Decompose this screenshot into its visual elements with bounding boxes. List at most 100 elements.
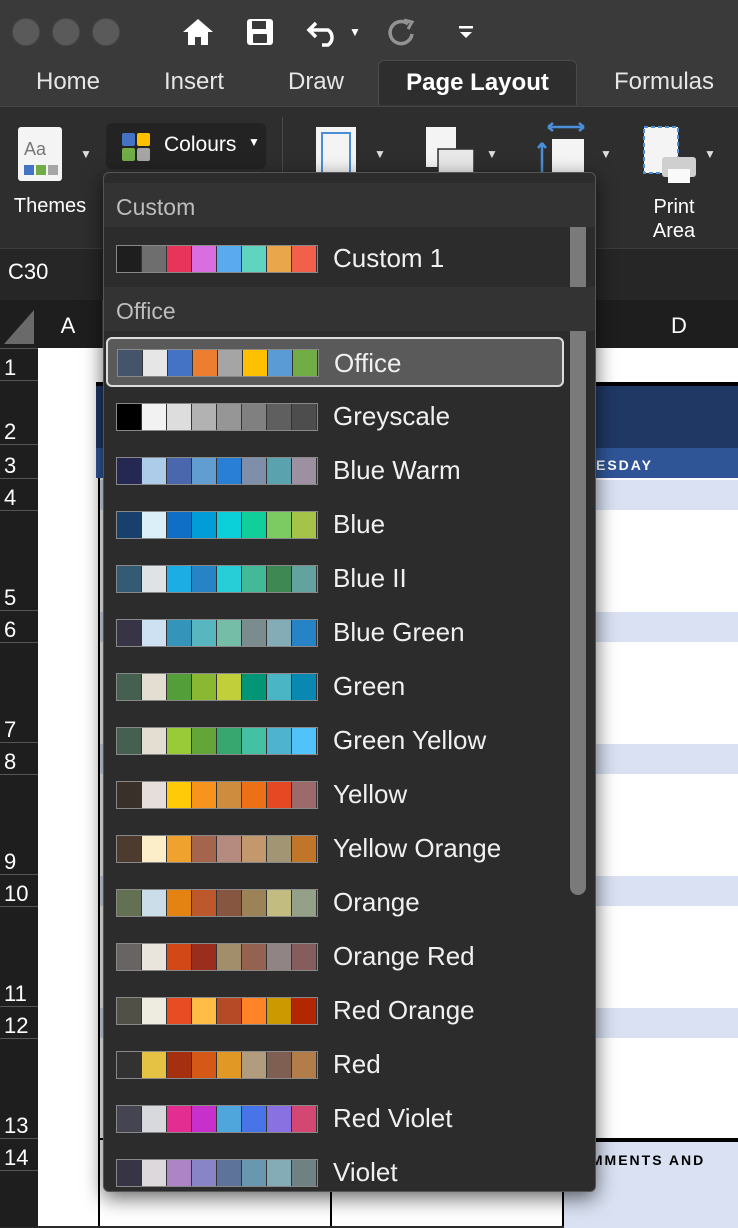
- colour-swatch: [117, 836, 142, 862]
- row-header-1[interactable]: 1: [0, 348, 38, 381]
- print-area-label[interactable]: Print Area: [636, 195, 712, 243]
- row-header-9[interactable]: 9: [0, 774, 38, 875]
- themes-label[interactable]: Themes: [6, 195, 94, 218]
- print-area-dropdown-chevron-icon[interactable]: ▼: [704, 147, 716, 161]
- colours-button[interactable]: Colours ▼: [106, 123, 266, 169]
- colour-scheme-label: Blue: [333, 509, 386, 539]
- colour-swatch-strip: [116, 403, 318, 431]
- colour-scheme-orange[interactable]: Orange: [104, 877, 564, 927]
- row-header-15[interactable]: [0, 1170, 38, 1227]
- colour-scheme-label: Red Orange: [333, 995, 475, 1025]
- customize-toolbar-icon[interactable]: [454, 14, 478, 50]
- colour-swatch: [242, 404, 267, 430]
- colour-swatch: [192, 566, 217, 592]
- print-area-icon[interactable]: [640, 125, 700, 187]
- colour-scheme-blue-green[interactable]: Blue Green: [104, 607, 564, 657]
- column-header-a[interactable]: A: [38, 300, 99, 348]
- colour-swatch: [192, 998, 217, 1024]
- select-all-corner[interactable]: [0, 300, 39, 348]
- save-icon[interactable]: [242, 14, 278, 50]
- comments-header: OMMENTS AND: [578, 1152, 706, 1168]
- row-header-12[interactable]: 12: [0, 1006, 38, 1039]
- colour-swatch: [142, 1052, 167, 1078]
- row-header-6[interactable]: 6: [0, 610, 38, 643]
- undo-dropdown-chevron-icon[interactable]: ▼: [348, 14, 362, 50]
- colour-scheme-red[interactable]: Red: [104, 1039, 564, 1089]
- colour-swatch: [142, 890, 167, 916]
- row-header-3[interactable]: 3: [0, 444, 38, 479]
- colour-swatch: [167, 246, 192, 272]
- colour-swatch: [242, 890, 267, 916]
- zoom-window-button[interactable]: [92, 18, 120, 46]
- colour-scheme-orange-red[interactable]: Orange Red: [104, 931, 564, 981]
- tab-insert[interactable]: Insert: [146, 60, 242, 104]
- colour-swatch: [142, 728, 167, 754]
- colour-scheme-label: Blue Warm: [333, 455, 461, 485]
- themes-dropdown-chevron-icon[interactable]: ▼: [80, 147, 92, 161]
- tab-formulas[interactable]: Formulas: [594, 60, 734, 104]
- svg-text:Aa: Aa: [24, 139, 47, 159]
- row-header-4[interactable]: 4: [0, 478, 38, 511]
- colour-swatch: [117, 620, 142, 646]
- themes-icon[interactable]: Aa: [14, 125, 68, 183]
- row-header-7[interactable]: 7: [0, 642, 38, 743]
- colour-swatch: [117, 1160, 142, 1186]
- colour-scheme-violet[interactable]: Violet: [104, 1147, 564, 1191]
- colour-scheme-red-violet[interactable]: Red Violet: [104, 1093, 564, 1143]
- colour-scheme-label: Blue Green: [333, 617, 465, 647]
- colour-scheme-greyscale[interactable]: Greyscale: [104, 391, 564, 441]
- tab-home[interactable]: Home: [18, 60, 118, 104]
- colour-swatch: [267, 998, 292, 1024]
- row-header-14[interactable]: 14: [0, 1138, 38, 1171]
- home-icon[interactable]: [180, 14, 216, 50]
- row-header-11[interactable]: 11: [0, 906, 38, 1007]
- colour-swatch: [267, 1106, 292, 1132]
- colour-swatch: [217, 1052, 242, 1078]
- redo-icon[interactable]: [384, 14, 420, 50]
- colour-scheme-green[interactable]: Green: [104, 661, 564, 711]
- colours-dropdown-menu[interactable]: Custom Custom 1 Office Office Greyscale Blue …: [103, 172, 596, 1192]
- colour-scheme-blue-warm[interactable]: Blue Warm: [104, 445, 564, 495]
- colour-scheme-label: Office: [334, 348, 402, 378]
- tab-draw[interactable]: Draw: [272, 60, 360, 104]
- colour-swatch: [217, 458, 242, 484]
- row-header-5[interactable]: 5: [0, 510, 38, 611]
- row-header-10[interactable]: 10: [0, 874, 38, 907]
- row-header-8[interactable]: 8: [0, 742, 38, 775]
- row-header-13[interactable]: 13: [0, 1038, 38, 1139]
- colour-scheme-blue[interactable]: Blue: [104, 499, 564, 549]
- section-header-custom: Custom: [104, 183, 595, 227]
- undo-icon[interactable]: [304, 14, 344, 50]
- colour-swatch: [292, 728, 317, 754]
- colour-swatch: [267, 782, 292, 808]
- colour-swatch: [118, 350, 143, 376]
- colour-scheme-yellow-orange[interactable]: Yellow Orange: [104, 823, 564, 873]
- row-header-2[interactable]: 2: [0, 380, 38, 445]
- colour-swatch: [267, 404, 292, 430]
- colour-scheme-office[interactable]: Office: [106, 337, 564, 387]
- margins-dropdown-chevron-icon[interactable]: ▼: [374, 147, 386, 161]
- colour-swatch: [267, 566, 292, 592]
- colour-swatch: [192, 836, 217, 862]
- close-window-button[interactable]: [12, 18, 40, 46]
- name-box[interactable]: C30: [8, 259, 48, 285]
- colour-swatch: [142, 512, 167, 538]
- colour-scheme-red-orange[interactable]: Red Orange: [104, 985, 564, 1035]
- colour-scheme-green-yellow[interactable]: Green Yellow: [104, 715, 564, 765]
- colour-swatch-strip: [116, 943, 318, 971]
- column-header-d[interactable]: D: [594, 300, 738, 348]
- tab-page-layout[interactable]: Page Layout: [378, 60, 577, 105]
- colour-scheme-blue-ii[interactable]: Blue II: [104, 553, 564, 603]
- colour-swatch: [217, 944, 242, 970]
- orientation-dropdown-chevron-icon[interactable]: ▼: [486, 147, 498, 161]
- colour-scheme-label: Yellow: [333, 779, 408, 809]
- colour-scheme-custom-1[interactable]: Custom 1: [104, 233, 564, 283]
- colour-swatch: [167, 998, 192, 1024]
- size-dropdown-chevron-icon[interactable]: ▼: [600, 147, 612, 161]
- colour-scheme-yellow[interactable]: Yellow: [104, 769, 564, 819]
- colour-swatch: [242, 566, 267, 592]
- minimize-window-button[interactable]: [52, 18, 80, 46]
- colour-swatch: [292, 512, 317, 538]
- colour-swatch: [242, 998, 267, 1024]
- colour-scheme-label: Blue II: [333, 563, 407, 593]
